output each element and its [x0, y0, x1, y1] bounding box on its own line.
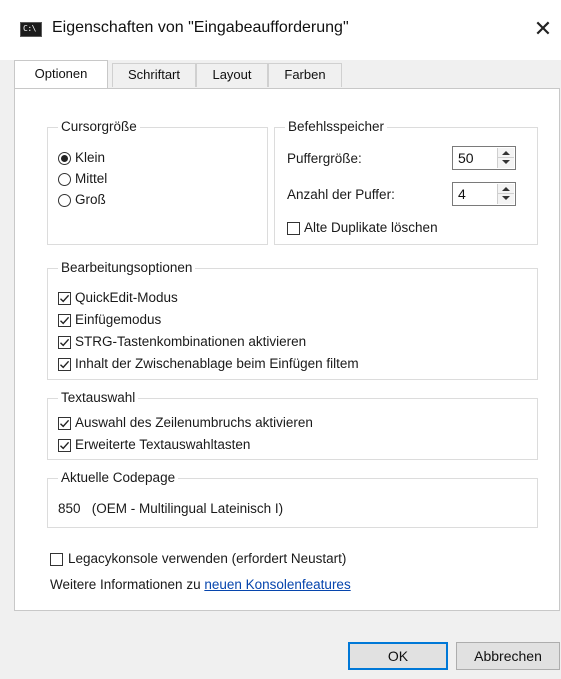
spin-up-button[interactable]: [498, 184, 514, 194]
codepage-value: 850 (OEM - Multilingual Lateinisch I): [58, 501, 284, 516]
new-console-features-link[interactable]: neuen Konsolenfeatures: [204, 577, 350, 592]
checkmark-icon: [60, 441, 70, 450]
radio-gross-label[interactable]: Groß: [75, 192, 106, 208]
window-title: Eigenschaften von "Eingabeaufforderung": [52, 19, 349, 36]
radio-klein-label[interactable]: Klein: [75, 150, 105, 166]
buffer-size-value[interactable]: 50: [458, 150, 474, 166]
buffer-count-spinner[interactable]: 4: [452, 182, 516, 206]
cancel-button[interactable]: Abbrechen: [456, 642, 560, 670]
edit-options-title: Bearbeitungsoptionen: [58, 260, 196, 276]
buffer-size-spinner[interactable]: 50: [452, 146, 516, 170]
cursor-size-group: Cursorgröße Klein Mittel Groß: [47, 119, 268, 245]
discard-duplicates-checkbox[interactable]: [287, 222, 300, 235]
checkbox-insert-mode-label[interactable]: Einfügemodus: [75, 312, 161, 328]
tab-label: Farben: [284, 67, 326, 82]
tab-optionen[interactable]: Optionen: [14, 60, 108, 88]
up-arrow-icon: [502, 151, 510, 155]
cursor-size-title: Cursorgröße: [58, 119, 140, 135]
radio-mittel-label[interactable]: Mittel: [75, 171, 107, 187]
tab-layout[interactable]: Layout: [196, 63, 268, 87]
radio-klein[interactable]: [58, 152, 71, 165]
tab-schriftart[interactable]: Schriftart: [112, 63, 196, 87]
checkbox-quickedit-label[interactable]: QuickEdit-Modus: [75, 290, 178, 306]
radio-mittel[interactable]: [58, 173, 71, 186]
checkbox-filter-clipboard-label[interactable]: Inhalt der Zwischenablage beim Einfügen …: [75, 356, 359, 372]
tab-label: Optionen: [34, 66, 88, 81]
checkbox-extended-selection-keys[interactable]: [58, 439, 71, 452]
checkbox-extended-selection-keys-label[interactable]: Erweiterte Textauswahltasten: [75, 437, 250, 453]
buffer-count-value[interactable]: 4: [458, 186, 466, 202]
codepage-group: Aktuelle Codepage 850 (OEM - Multilingua…: [47, 470, 538, 528]
buffer-count-label: Anzahl der Puffer:: [287, 187, 395, 202]
command-history-group: Befehlsspeicher Puffergröße: 50 Anzahl d…: [274, 119, 538, 245]
ok-button[interactable]: OK: [348, 642, 448, 670]
up-arrow-icon: [502, 187, 510, 191]
tab-label: Schriftart: [127, 67, 180, 82]
spin-up-button[interactable]: [498, 148, 514, 158]
codepage-title: Aktuelle Codepage: [58, 470, 179, 486]
checkbox-ctrl-shortcuts-label[interactable]: STRG-Tastenkombinationen aktivieren: [75, 334, 306, 350]
spin-down-button[interactable]: [498, 158, 514, 168]
console-icon: C:\: [20, 22, 42, 37]
checkmark-icon: [60, 419, 70, 428]
checkbox-insert-mode[interactable]: [58, 314, 71, 327]
more-info-text: Weitere Informationen zu neuen Konsolenf…: [50, 577, 351, 593]
spinner-arrows: [497, 148, 514, 168]
title-bar: C:\ Eigenschaften von "Eingabeaufforderu…: [0, 0, 561, 60]
checkmark-icon: [60, 294, 70, 303]
tab-label: Layout: [212, 67, 252, 82]
checkmark-icon: [60, 316, 70, 325]
down-arrow-icon: [502, 196, 510, 200]
checkbox-quickedit[interactable]: [58, 292, 71, 305]
discard-duplicates-label[interactable]: Alte Duplikate löschen: [304, 220, 438, 236]
more-info-prefix: Weitere Informationen zu: [50, 577, 205, 592]
tab-farben[interactable]: Farben: [268, 63, 342, 87]
close-button[interactable]: ✕: [526, 12, 560, 48]
down-arrow-icon: [502, 160, 510, 164]
options-panel: Cursorgröße Klein Mittel Groß Befehlsspe…: [14, 88, 560, 611]
spin-down-button[interactable]: [498, 194, 514, 204]
radio-gross[interactable]: [58, 194, 71, 207]
radio-selected-dot: [61, 155, 68, 162]
checkmark-icon: [60, 338, 70, 347]
edit-options-group: Bearbeitungsoptionen QuickEdit-Modus Ein…: [47, 260, 538, 380]
command-history-title: Befehlsspeicher: [285, 119, 388, 135]
checkbox-ctrl-shortcuts[interactable]: [58, 336, 71, 349]
checkbox-line-wrap-selection-label[interactable]: Auswahl des Zeilenumbruchs aktivieren: [75, 415, 313, 431]
checkmark-icon: [60, 360, 70, 369]
buffer-size-label: Puffergröße:: [287, 151, 362, 166]
checkbox-filter-clipboard[interactable]: [58, 358, 71, 371]
text-selection-title: Textauswahl: [58, 390, 139, 406]
checkbox-line-wrap-selection[interactable]: [58, 417, 71, 430]
legacy-console-label[interactable]: Legacykonsole verwenden (erfordert Neust…: [68, 551, 346, 567]
legacy-console-checkbox[interactable]: [50, 553, 63, 566]
spinner-arrows: [497, 184, 514, 204]
text-selection-group: Textauswahl Auswahl des Zeilenumbruchs a…: [47, 390, 538, 460]
console-icon-glyph: C:\: [23, 24, 36, 33]
